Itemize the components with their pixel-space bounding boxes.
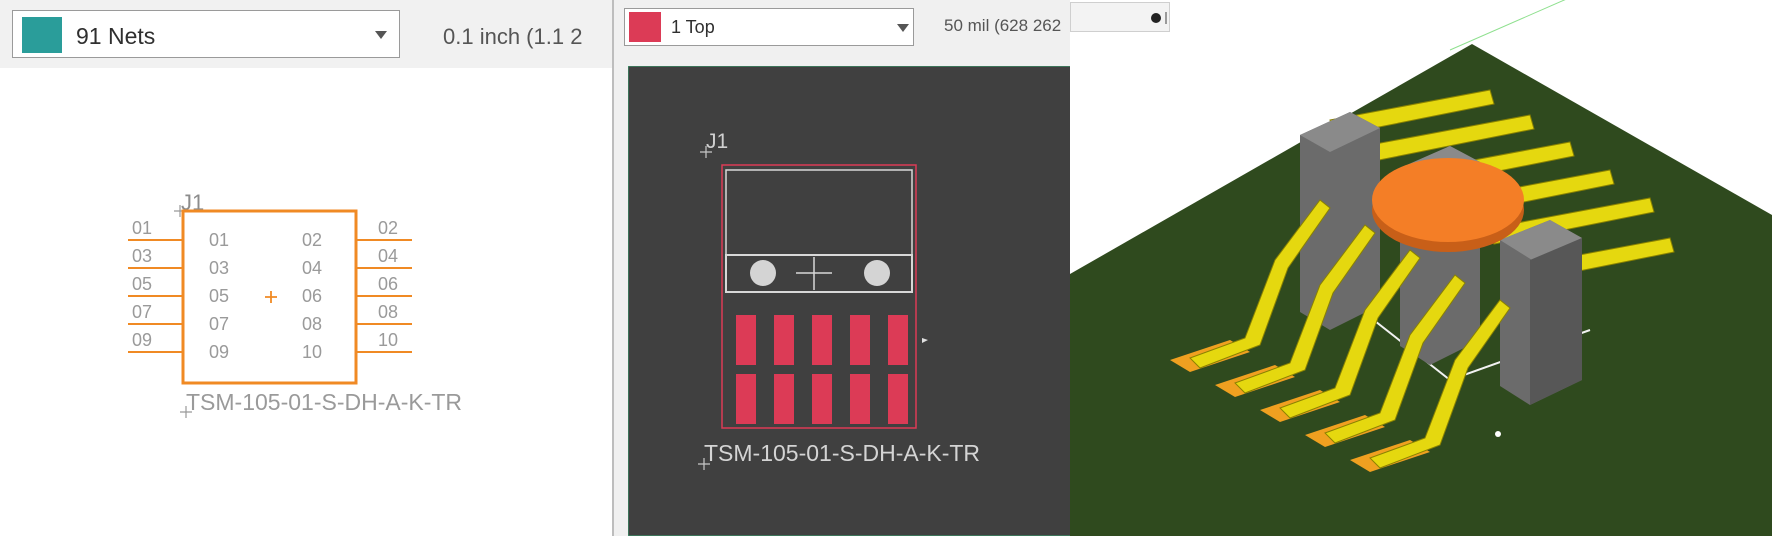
smd-pad[interactable] xyxy=(774,315,794,365)
pick-cap xyxy=(1372,158,1524,242)
pin-label: 01 xyxy=(132,218,152,238)
pin-name: 06 xyxy=(302,286,322,306)
smd-pad[interactable] xyxy=(736,374,756,424)
record-dot-icon[interactable] xyxy=(1151,13,1161,23)
smd-pad[interactable] xyxy=(888,374,908,424)
grip-handle-icon[interactable] xyxy=(1165,12,1167,24)
pin1-marker xyxy=(1495,431,1501,437)
smd-pad[interactable] xyxy=(850,374,870,424)
schematic-canvas[interactable]: J1 01 03 05 07 09 02 04 06 08 10 01 03 0… xyxy=(0,68,612,536)
alignment-hole xyxy=(750,260,776,286)
symbol-origin-icon xyxy=(265,291,277,303)
pin-name: 07 xyxy=(209,314,229,334)
pin-name: 04 xyxy=(302,258,322,278)
pin-name: 10 xyxy=(302,342,322,362)
pin-label: 06 xyxy=(378,274,398,294)
schematic-editor-panel: 91 Nets 0.1 inch (1.1 2 J1 01 03 05 07 0… xyxy=(0,0,612,536)
layer-dropdown[interactable]: 1 Top xyxy=(624,8,914,46)
schematic-toolbar: 91 Nets 0.1 inch (1.1 2 xyxy=(0,0,612,68)
3d-viewer-panel xyxy=(1070,0,1772,536)
pin-name: 01 xyxy=(209,230,229,250)
chevron-down-icon xyxy=(897,24,909,32)
pin-label: 03 xyxy=(132,246,152,266)
pin-label: 02 xyxy=(378,218,398,238)
grid-size-readout: 0.1 inch (1.1 2 xyxy=(443,24,583,49)
footprint-value: TSM-105-01-S-DH-A-K-TR xyxy=(704,440,980,466)
alignment-hole xyxy=(864,260,890,286)
net-class-dropdown[interactable]: 91 Nets xyxy=(12,10,400,58)
footprint-name: J1 xyxy=(706,130,728,153)
pin-name: 02 xyxy=(302,230,322,250)
pin-name: 08 xyxy=(302,314,322,334)
pin-label: 05 xyxy=(132,274,152,294)
net-color-swatch xyxy=(22,17,62,53)
3d-view-toolbar[interactable] xyxy=(1070,2,1170,32)
smd-pad[interactable] xyxy=(850,315,870,365)
axis-line xyxy=(1449,0,1566,51)
pin-label: 09 xyxy=(132,330,152,350)
smd-pad[interactable] xyxy=(736,315,756,365)
pin-label: 07 xyxy=(132,302,152,322)
layer-dropdown-label: 1 Top xyxy=(671,17,715,37)
3d-canvas[interactable] xyxy=(1070,0,1772,536)
smd-pad[interactable] xyxy=(812,315,832,365)
board-canvas[interactable]: J1 TSM-105-01-S-DH-A-K-TR xyxy=(628,66,1070,536)
board-editor-panel: 1 Top 50 mil (628 262 J1 TSM-105-01-S-DH… xyxy=(612,0,1070,536)
pin-name: 05 xyxy=(209,286,229,306)
pin-label: 10 xyxy=(378,330,398,350)
smd-pad[interactable] xyxy=(812,374,832,424)
layer-color-swatch xyxy=(629,12,661,42)
part-value: TSM-105-01-S-DH-A-K-TR xyxy=(186,389,462,415)
pin-name: 09 xyxy=(209,342,229,362)
pin-label: 04 xyxy=(378,246,398,266)
pin-name: 03 xyxy=(209,258,229,278)
smd-pad[interactable] xyxy=(774,374,794,424)
grid-size-readout: 50 mil (628 262 xyxy=(944,16,1062,35)
net-dropdown-label: 91 Nets xyxy=(76,23,156,49)
pin-label: 08 xyxy=(378,302,398,322)
smd-pad[interactable] xyxy=(888,315,908,365)
chevron-down-icon xyxy=(375,31,387,39)
